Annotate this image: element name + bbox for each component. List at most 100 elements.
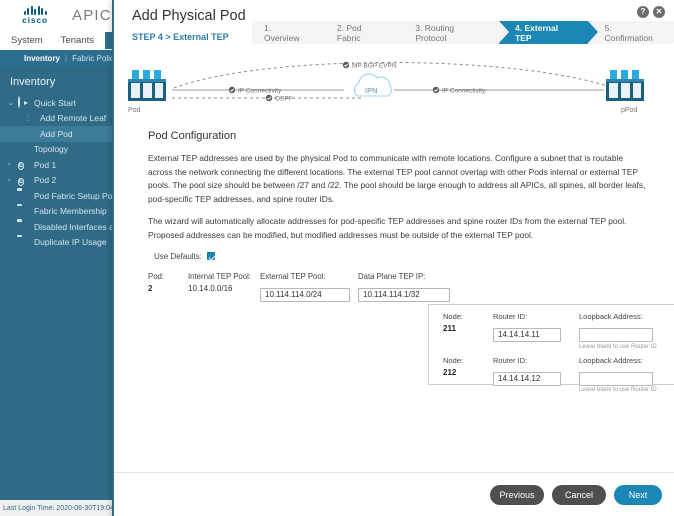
svg-text:OSPF: OSPF: [275, 96, 293, 103]
tab-tenants[interactable]: Tenants: [54, 32, 101, 49]
subnav-item-inventory[interactable]: Inventory: [24, 54, 60, 63]
screen-root: cisco APIC System Tenants Fab Inventory …: [0, 0, 674, 516]
description-paragraph-1: External TEP addresses are used by the p…: [148, 153, 646, 204]
window-buttons: ? ✕: [637, 6, 665, 18]
ppod-device-icon: [606, 70, 644, 101]
wizard-step-pod-fabric[interactable]: 2. Pod Fabric: [320, 21, 409, 44]
close-icon[interactable]: ✕: [653, 6, 665, 18]
external-tep-pool-field: External TEP Pool:: [260, 272, 350, 302]
page-title: Add Physical Pod: [132, 8, 246, 24]
svg-text:IP Connectivity: IP Connectivity: [238, 88, 282, 95]
node-value: 212: [443, 367, 457, 377]
document-icon: [22, 113, 35, 124]
internal-tep-pool-field: Internal TEP Pool: 10.14.0.0/16: [188, 272, 260, 293]
external-tep-pool-label: External TEP Pool:: [260, 272, 326, 281]
sidebar-item-label: Pod 2: [34, 175, 57, 186]
wizard-step-external-tep[interactable]: 4. External TEP: [499, 21, 598, 44]
loopback-label: Loopback Address:: [579, 355, 643, 365]
document-icon: [22, 128, 35, 139]
breadcrumb: STEP 4 > External TEP: [132, 32, 229, 42]
pod-icon: E: [18, 162, 25, 171]
node-cell: Node: 212: [443, 356, 479, 377]
sidebar-item-label: Fabric Membership: [34, 206, 107, 217]
next-button[interactable]: Next: [614, 484, 662, 505]
wizard-step-routing-protocol[interactable]: 3. Routing Protocol: [399, 21, 508, 44]
spine-node-table: Node: 211 Router ID: Loopback Address: L…: [428, 304, 674, 393]
subnav-item-fabric-policies[interactable]: Fabric Polic: [72, 54, 114, 63]
chevron-right-icon[interactable]: ›: [8, 177, 16, 184]
data-plane-tep-ip-label: Data Plane TEP IP:: [358, 272, 426, 281]
router-id-input[interactable]: [493, 328, 561, 342]
folder-icon: [16, 190, 29, 201]
router-id-label: Router ID:: [493, 312, 528, 321]
node-cell: Node: 211: [443, 312, 479, 333]
loopback-input[interactable]: [579, 371, 653, 386]
pod-field: Pod: 2: [148, 272, 188, 293]
sidebar-item-label: Add Pod: [40, 128, 73, 139]
wizard-steps: 1. Overview 2. Pod Fabric 3. Routing Pro…: [252, 21, 674, 44]
router-id-input[interactable]: [493, 371, 561, 386]
pod-fields-row: Pod: 2 Internal TEP Pool: 10.14.0.0/16 E…: [148, 272, 648, 302]
sidebar-item-label: Topology: [34, 144, 69, 155]
router-id-cell: Router ID:: [493, 356, 565, 386]
external-tep-pool-input[interactable]: [260, 288, 350, 302]
sidebar-item-label: Quick Start: [34, 97, 77, 108]
data-plane-tep-ip-field: Data Plane TEP IP:: [358, 272, 450, 302]
cisco-logo-icon: cisco: [12, 5, 58, 25]
wizard-step-overview[interactable]: 1. Overview: [252, 21, 330, 44]
gear-icon: [16, 144, 29, 155]
chevron-down-icon[interactable]: ⌄: [8, 99, 16, 107]
add-physical-pod-dialog: Add Physical Pod STEP 4 > External TEP ?…: [112, 0, 674, 516]
use-defaults-label: Use Defaults:: [154, 251, 203, 261]
description-paragraph-2: The wizard will automatically allocate a…: [148, 216, 627, 241]
quick-start-icon: [16, 96, 29, 109]
topology-diagram: Pod pPod IPN MP BGP EVPN IP Connectivity…: [114, 52, 674, 126]
sidebar-item-label: Pod 1: [34, 159, 57, 170]
table-row: Node: 211 Router ID: Loopback Address: L…: [443, 312, 674, 350]
help-icon[interactable]: ?: [637, 6, 649, 18]
sidebar-item-label: Add Remote Leaf: [40, 113, 107, 124]
pod-label: Pod:: [148, 272, 165, 281]
internal-tep-pool-label: Internal TEP Pool:: [188, 272, 251, 281]
use-defaults-checkbox[interactable]: [207, 252, 216, 261]
pod-device-icon: [128, 70, 166, 101]
use-defaults-row[interactable]: Use Defaults:: [154, 252, 648, 261]
cancel-button[interactable]: Cancel: [552, 484, 606, 505]
folder-icon: [16, 237, 29, 248]
cisco-wordmark: cisco: [22, 14, 48, 25]
pod-configuration-section: Pod Configuration External TEP addresses…: [148, 130, 648, 261]
node-label: Node:: [443, 312, 464, 321]
pod-value: 2: [148, 284, 153, 293]
loopback-hint: Leave blank to use Router ID: [579, 387, 657, 393]
node-label: Node:: [443, 355, 464, 365]
sidebar-item-label: Duplicate IP Usage: [34, 237, 107, 248]
dialog-footer: Previous Cancel Next: [114, 472, 674, 516]
router-id-label: Router ID:: [493, 355, 528, 365]
node-value: 211: [443, 324, 456, 333]
loopback-label: Loopback Address:: [579, 312, 643, 321]
loopback-input[interactable]: [579, 328, 653, 342]
ipn-cloud-icon: IPN: [353, 73, 392, 97]
svg-text:pPod: pPod: [621, 107, 637, 114]
previous-button[interactable]: Previous: [490, 484, 544, 505]
dialog-header: Add Physical Pod STEP 4 > External TEP ?…: [114, 0, 674, 52]
router-id-cell: Router ID:: [493, 312, 565, 342]
folder-icon: [16, 221, 29, 232]
tab-system[interactable]: System: [4, 32, 50, 49]
svg-text:MP BGP EVPN: MP BGP EVPN: [352, 63, 397, 70]
loopback-cell: Loopback Address: Leave blank to use Rou…: [579, 355, 657, 393]
chevron-right-icon[interactable]: ›: [8, 161, 16, 168]
apic-product-name: APIC: [72, 6, 112, 24]
loopback-cell: Loopback Address: Leave blank to use Rou…: [579, 312, 657, 350]
svg-text:IPN: IPN: [365, 86, 378, 95]
loopback-hint: Leave blank to use Router ID: [579, 343, 657, 350]
section-title: Pod Configuration: [148, 130, 237, 142]
svg-text:IP Connectivity: IP Connectivity: [442, 88, 486, 95]
folder-icon: [16, 206, 29, 217]
wizard-step-confirmation[interactable]: 5. Confirmation: [588, 21, 674, 44]
table-row: Node: 212 Router ID: Loopback Address: L…: [443, 356, 674, 394]
internal-tep-pool-value: 10.14.0.0/16: [188, 284, 233, 293]
subnav-separator: |: [65, 54, 68, 63]
data-plane-tep-ip-input[interactable]: [358, 288, 450, 302]
pod-icon: E: [18, 177, 25, 186]
